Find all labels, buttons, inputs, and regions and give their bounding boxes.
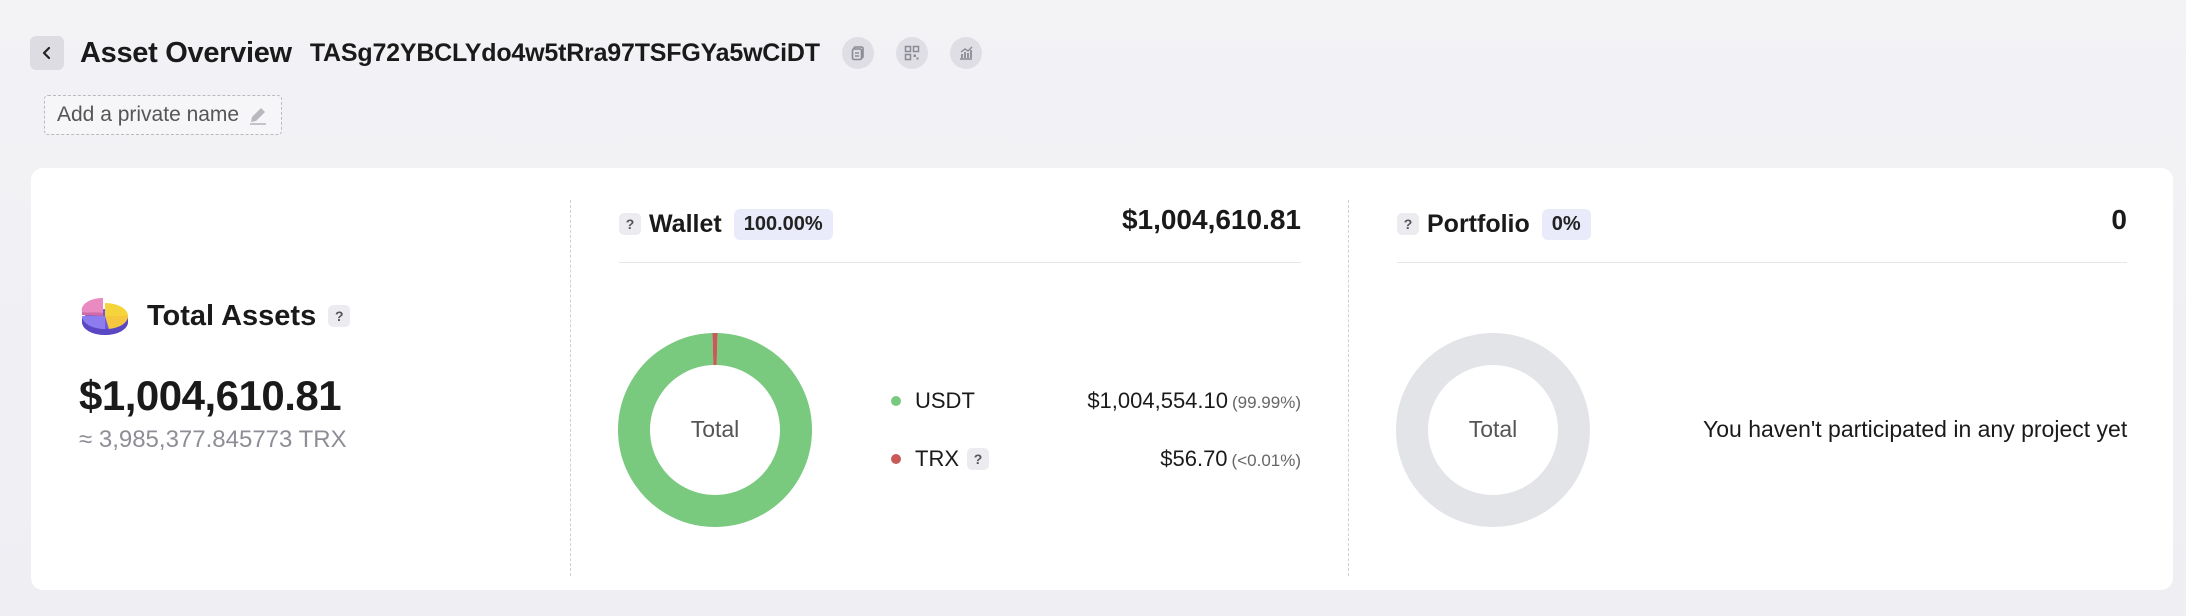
chart-icon <box>959 46 973 60</box>
page-header: Asset Overview TASg72YBCLYdo4w5tRra97TSF… <box>30 30 982 76</box>
portfolio-donut-label: Total <box>1468 416 1518 442</box>
usdt-color-dot <box>891 396 901 406</box>
legend-symbol: USDT <box>915 388 975 413</box>
pie-chart-icon <box>81 297 129 335</box>
page-title: Asset Overview <box>80 36 292 69</box>
portfolio-empty-message: You haven't participated in any project … <box>1703 416 2128 442</box>
wallet-donut-label: Total <box>690 416 740 442</box>
chevron-left-icon <box>42 46 51 60</box>
trx-color-dot <box>891 454 901 464</box>
portfolio-percent-badge: 0% <box>1541 208 1591 240</box>
back-button[interactable] <box>30 36 64 70</box>
portfolio-amount: 0 <box>2111 204 2127 235</box>
portfolio-divider <box>1397 262 2127 263</box>
wallet-amount: $1,004,610.81 <box>1121 204 1301 235</box>
legend-value: $56.70 (<0.01%) <box>1160 446 1301 472</box>
divider <box>1348 200 1349 576</box>
portfolio-help-icon[interactable]: ? <box>1397 213 1419 235</box>
asset-overview-card: Total Assets ? $1,004,610.81 ≈ 3,985,377… <box>31 168 2173 590</box>
total-assets-label: Total Assets <box>147 299 317 332</box>
qr-code-button[interactable] <box>895 37 928 69</box>
wallet-address: TASg72YBCLYdo4w5tRra97TSFGYa5wCiDT <box>309 38 820 67</box>
wallet-divider <box>619 262 1301 263</box>
legend-symbol: TRX <box>915 446 959 471</box>
pencil-icon <box>250 108 267 125</box>
wallet-percent-badge: 100.00% <box>733 208 833 240</box>
trx-value: $56.70 <box>1160 446 1228 471</box>
wallet-title: Wallet <box>649 209 722 238</box>
analytics-button[interactable] <box>949 37 982 69</box>
legend-item-usdt: USDT $1,004,554.10 (99.99%) <box>891 388 1301 414</box>
trx-help-icon[interactable]: ? <box>967 448 989 470</box>
portfolio-header: ? Portfolio 0% <box>1397 202 1591 246</box>
wallet-help-icon[interactable]: ? <box>619 213 641 235</box>
usdt-percent: (99.99%) <box>1232 393 1301 412</box>
divider <box>570 200 571 576</box>
wallet-header: ? Wallet 100.00% <box>619 202 833 246</box>
portfolio-title: Portfolio <box>1427 209 1530 238</box>
trx-percent: (<0.01%) <box>1231 451 1301 470</box>
usdt-value: $1,004,554.10 <box>1087 388 1229 413</box>
private-name-label: Add a private name <box>57 103 240 126</box>
copy-icon <box>851 46 864 61</box>
total-assets-help-icon[interactable]: ? <box>328 305 351 327</box>
add-private-name-button[interactable]: Add a private name <box>44 95 283 135</box>
legend-item-trx: TRX ? $56.70 (<0.01%) <box>891 446 1301 472</box>
legend-value: $1,004,554.10 (99.99%) <box>1087 388 1301 414</box>
qr-code-icon <box>904 45 920 61</box>
total-assets-trx: ≈ 3,985,377.845773 TRX <box>79 426 347 453</box>
total-assets-value: $1,004,610.81 <box>79 372 342 419</box>
total-assets-section: Total Assets ? $1,004,610.81 ≈ 3,985,377… <box>79 292 351 454</box>
copy-address-button[interactable] <box>841 37 874 69</box>
